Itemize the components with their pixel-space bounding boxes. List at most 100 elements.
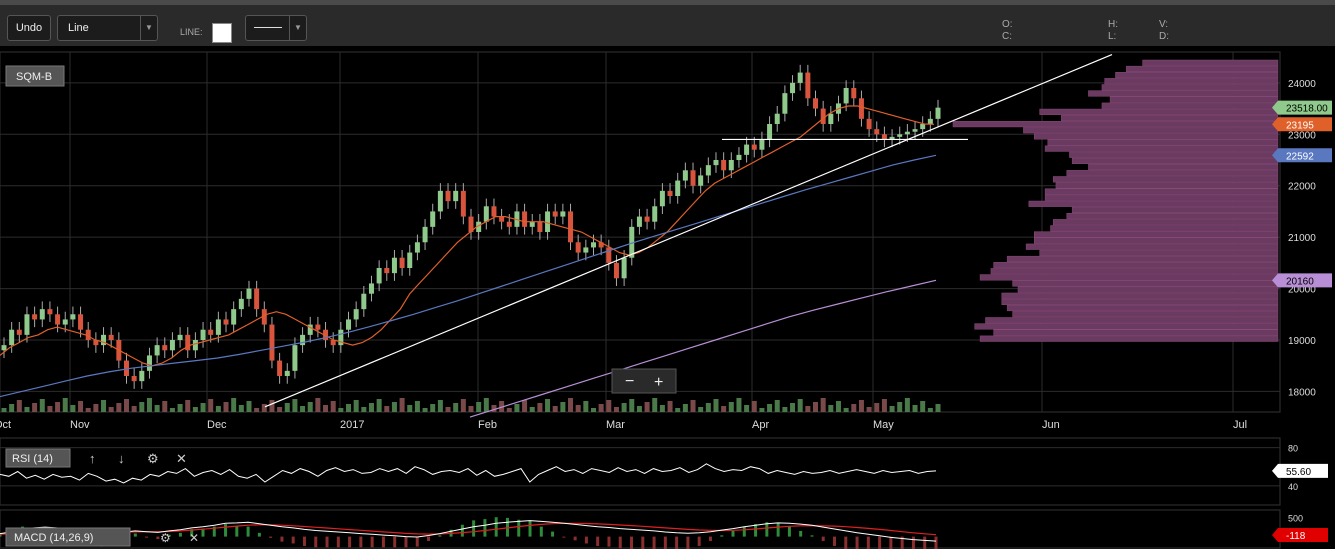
zoom-out-icon[interactable]: − (625, 373, 634, 390)
candle[interactable] (55, 314, 61, 325)
candle[interactable] (552, 211, 558, 217)
close-icon[interactable]: ✕ (176, 451, 187, 466)
close-icon[interactable]: ✕ (189, 531, 199, 545)
candle[interactable] (866, 118, 872, 130)
candle[interactable] (32, 314, 38, 320)
candle[interactable] (223, 319, 229, 325)
candle[interactable] (675, 180, 681, 196)
candle[interactable] (277, 360, 283, 376)
candle[interactable] (192, 340, 198, 351)
candle[interactable] (759, 139, 765, 150)
candle[interactable] (154, 345, 160, 356)
candle[interactable] (108, 334, 114, 340)
candle[interactable] (744, 144, 750, 155)
candle[interactable] (407, 252, 413, 268)
candle[interactable] (690, 170, 696, 186)
candle[interactable] (568, 211, 574, 243)
candle[interactable] (131, 376, 137, 382)
candle[interactable] (667, 190, 673, 196)
gear-icon[interactable]: ⚙ (160, 531, 171, 545)
candle[interactable] (238, 298, 244, 310)
candle[interactable] (62, 319, 68, 325)
candle[interactable] (169, 340, 175, 351)
candle[interactable] (1, 345, 7, 351)
candle[interactable] (9, 329, 15, 346)
candle[interactable] (146, 355, 152, 371)
candle[interactable] (682, 170, 688, 181)
candle[interactable] (774, 113, 780, 124)
candle[interactable] (874, 129, 880, 135)
candle[interactable] (208, 329, 214, 335)
candle[interactable] (483, 206, 489, 222)
candle[interactable] (215, 319, 221, 335)
candle[interactable] (346, 319, 352, 330)
candle[interactable] (583, 247, 589, 253)
candle[interactable] (560, 211, 566, 217)
candle[interactable] (920, 124, 926, 130)
candle[interactable] (445, 190, 451, 202)
candle[interactable] (292, 345, 298, 371)
candle[interactable] (644, 216, 650, 222)
candle[interactable] (39, 309, 45, 320)
candle[interactable] (805, 72, 811, 99)
candle[interactable] (300, 334, 306, 346)
candle[interactable] (767, 124, 773, 140)
candle[interactable] (414, 242, 420, 253)
candle[interactable] (376, 268, 382, 284)
candle[interactable] (246, 288, 252, 299)
candle[interactable] (935, 107, 941, 119)
candle[interactable] (705, 165, 711, 176)
candle[interactable] (698, 175, 704, 186)
candle[interactable] (782, 93, 788, 114)
gear-icon[interactable]: ⚙ (147, 451, 159, 466)
candle[interactable] (736, 154, 742, 160)
candle[interactable] (254, 288, 260, 310)
candle[interactable] (177, 334, 183, 340)
candle[interactable] (912, 129, 918, 132)
candle[interactable] (430, 211, 436, 227)
candle[interactable] (499, 216, 505, 222)
candle[interactable] (139, 370, 145, 382)
candle[interactable] (751, 144, 757, 150)
candle[interactable] (453, 190, 459, 202)
candle[interactable] (828, 113, 834, 124)
candle[interactable] (231, 309, 237, 325)
candle[interactable] (70, 314, 76, 320)
candle[interactable] (545, 211, 551, 232)
candle[interactable] (904, 131, 910, 135)
candle[interactable] (200, 329, 206, 340)
candle[interactable] (728, 160, 734, 171)
candle[interactable] (927, 118, 933, 124)
candle[interactable] (621, 257, 627, 279)
candle[interactable] (78, 314, 84, 330)
candle[interactable] (491, 206, 497, 217)
candle[interactable] (391, 257, 397, 274)
candle[interactable] (460, 190, 466, 217)
candle[interactable] (101, 334, 107, 346)
candle[interactable] (851, 88, 857, 99)
candle[interactable] (162, 345, 168, 351)
candle[interactable] (47, 309, 53, 315)
candle[interactable] (537, 221, 543, 232)
candle[interactable] (613, 262, 619, 279)
move-down-icon[interactable]: ↓ (118, 451, 125, 466)
candle[interactable] (384, 268, 390, 274)
candle[interactable] (652, 206, 658, 222)
candle[interactable] (843, 88, 849, 104)
candle[interactable] (820, 108, 826, 124)
candle[interactable] (713, 160, 719, 166)
candle[interactable] (659, 190, 665, 207)
candle[interactable] (858, 98, 864, 119)
candle[interactable] (506, 221, 512, 227)
candle[interactable] (353, 309, 359, 320)
candle[interactable] (590, 242, 596, 248)
candle[interactable] (881, 134, 887, 140)
candle[interactable] (399, 257, 405, 268)
candle[interactable] (790, 82, 796, 94)
candle[interactable] (437, 190, 443, 212)
candle[interactable] (368, 283, 374, 294)
candle[interactable] (315, 324, 321, 330)
candle[interactable] (813, 98, 819, 109)
move-up-icon[interactable]: ↑ (89, 451, 96, 466)
candle[interactable] (361, 293, 367, 310)
